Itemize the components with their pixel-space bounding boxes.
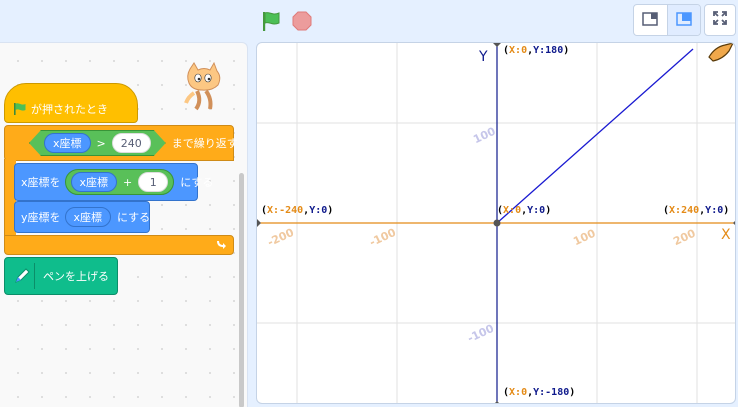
pen-up-label: ペンを上げる — [43, 270, 109, 283]
coord-label-left: (X:-240,Y:0) — [261, 205, 334, 216]
small-stage-button[interactable] — [634, 5, 667, 35]
pen-icon — [9, 263, 35, 289]
fullscreen-button[interactable] — [704, 4, 736, 36]
stage[interactable]: Y X (X:0,Y:180) (X:0,Y:-180) (X:-240,Y:0… — [256, 42, 736, 404]
coord-label-bottom: (X:0,Y:-180) — [503, 387, 576, 398]
normal-stage-icon — [676, 11, 692, 30]
set-x-suffix: にする — [180, 176, 214, 189]
stop-icon[interactable] — [292, 11, 312, 31]
code-workspace[interactable]: が押されたとき x座標 > 240 まで繰り返す x座標を x座標 + 1 にす… — [0, 42, 248, 407]
stage-grid — [257, 43, 735, 403]
scratch-editor: が押されたとき x座標 > 240 まで繰り返す x座標を x座標 + 1 にす… — [0, 0, 738, 407]
coord-label-right: (X:240,Y:0) — [663, 205, 730, 216]
hat-block-label: が押されたとき — [31, 103, 108, 116]
y-axis-name: Y — [479, 49, 488, 65]
repeat-block-bottom — [4, 235, 234, 255]
compare-value-input[interactable]: 240 — [112, 133, 151, 153]
pen-up-block[interactable]: ペンを上げる — [4, 257, 118, 295]
fullscreen-icon — [712, 10, 728, 30]
operator-symbol: > — [96, 136, 106, 150]
when-flag-clicked-block[interactable]: が押されたとき — [4, 83, 138, 123]
sprite-cat-icon — [180, 61, 226, 113]
repeat-until-label: まで繰り返す — [171, 137, 238, 150]
small-stage-icon — [642, 11, 659, 30]
set-x-label: x座標を — [21, 176, 61, 189]
coord-label-top: (X:0,Y:180) — [503, 45, 570, 56]
operator-symbol: + — [123, 175, 133, 189]
set-y-block[interactable]: y座標を x座標 にする — [14, 201, 150, 233]
greater-than-operator[interactable]: x座標 > 240 — [29, 130, 166, 156]
x-position-reporter[interactable]: x座標 — [44, 133, 91, 153]
x-position-reporter[interactable]: x座標 — [64, 207, 112, 227]
set-y-suffix: にする — [117, 211, 151, 224]
loop-arrow-icon — [215, 238, 227, 253]
green-flag-icon — [13, 102, 27, 116]
set-x-block[interactable]: x座標を x座標 + 1 にする — [14, 163, 213, 201]
repeat-until-block[interactable]: x座標 > 240 まで繰り返す — [4, 125, 238, 161]
normal-stage-button[interactable] — [666, 5, 700, 35]
stage-size-toggle — [633, 4, 701, 36]
vertical-scrollbar[interactable] — [239, 173, 244, 407]
set-y-label: y座標を — [21, 211, 61, 224]
coord-label-origin: (X:0,Y:0) — [497, 205, 552, 216]
green-flag-icon[interactable] — [260, 10, 282, 32]
add-operator[interactable]: x座標 + 1 — [64, 169, 175, 195]
x-axis-name: X — [721, 227, 731, 243]
stage-toolbar — [0, 0, 738, 42]
add-value-input[interactable]: 1 — [138, 172, 169, 192]
x-position-reporter[interactable]: x座標 — [70, 172, 118, 192]
